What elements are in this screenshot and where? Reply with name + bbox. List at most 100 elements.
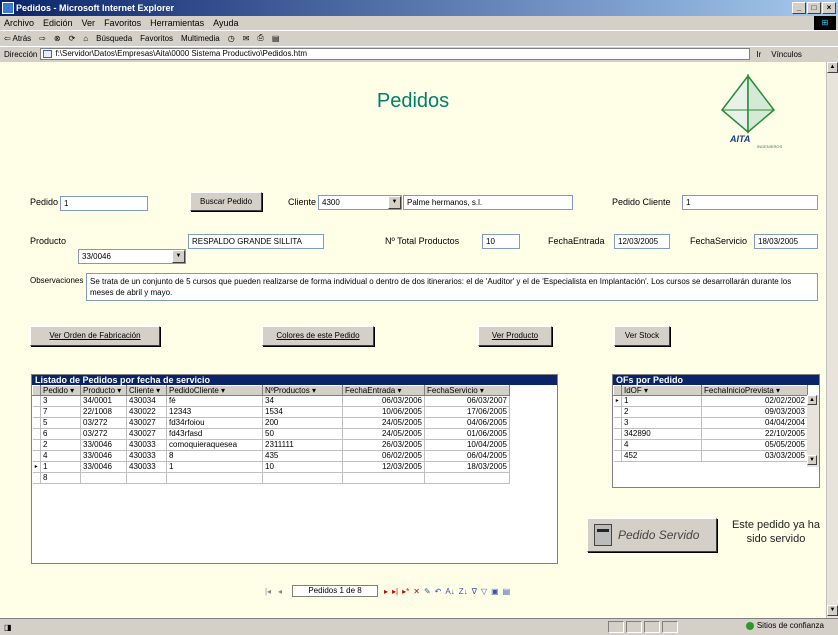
colores-pedido-button[interactable]: Colores de este Pedido: [262, 326, 374, 346]
multimedia-button[interactable]: Multimedia: [181, 34, 220, 43]
orders-cell[interactable]: 4: [40, 450, 81, 462]
orders-cell[interactable]: 1: [166, 461, 263, 473]
orders-cell[interactable]: [424, 472, 510, 484]
ofs-cell[interactable]: 452: [621, 450, 702, 462]
ofs-row[interactable]: 342890 22/10/2005: [613, 428, 808, 440]
orders-cell[interactable]: 435: [262, 450, 343, 462]
orders-cell[interactable]: 430027: [126, 428, 167, 440]
scroll-down-icon[interactable]: ▼: [827, 605, 838, 616]
orders-row[interactable]: 6 03/272 430027 fd43rfasd 50 24/05/2005 01/06/…: [32, 428, 510, 440]
ofs-row[interactable]: 4 05/05/2005: [613, 439, 808, 451]
orders-cell[interactable]: 04/06/2005: [424, 417, 510, 429]
orders-cell[interactable]: 7: [40, 406, 81, 418]
orders-cell[interactable]: 10/06/2005: [342, 406, 425, 418]
orders-cell[interactable]: 17/06/2005: [424, 406, 510, 418]
next-record-icon[interactable]: ▸: [384, 587, 388, 596]
ofs-cell[interactable]: 342890: [621, 428, 702, 440]
orders-column-header[interactable]: Cliente ▾: [126, 385, 167, 396]
last-record-icon[interactable]: ▸|: [392, 587, 398, 596]
orders-cell[interactable]: 8: [166, 450, 263, 462]
scroll-down-icon[interactable]: ▼: [807, 455, 817, 465]
menu-edicion[interactable]: Edición: [43, 18, 73, 28]
orders-cell[interactable]: 33/0046: [80, 439, 127, 451]
ofs-row[interactable]: 2 09/03/2003: [613, 406, 808, 418]
orders-cell[interactable]: 34/0001: [80, 395, 127, 407]
menu-archivo[interactable]: Archivo: [4, 18, 34, 28]
orders-cell[interactable]: 10/04/2005: [424, 439, 510, 451]
orders-cell[interactable]: 8: [40, 472, 81, 484]
orders-cell[interactable]: 24/05/2005: [342, 417, 425, 429]
record-selector[interactable]: ▸: [613, 395, 622, 407]
prev-record-icon[interactable]: ◂: [274, 587, 286, 596]
record-selector[interactable]: [613, 450, 622, 462]
orders-cell[interactable]: 01/06/2005: [424, 428, 510, 440]
ver-stock-button[interactable]: Ver Stock: [614, 326, 670, 346]
orders-cell[interactable]: [166, 472, 263, 484]
scroll-up-icon[interactable]: ▲: [807, 395, 817, 405]
orders-cell[interactable]: comoquieraquesea: [166, 439, 263, 451]
orders-cell[interactable]: 10: [262, 461, 343, 473]
orders-cell[interactable]: 03/272: [80, 417, 127, 429]
ofs-column-header[interactable]: IdOF ▾: [621, 385, 702, 396]
orders-row[interactable]: 7 22/1008 430022 12343 1534 10/06/2005 17/06/2…: [32, 406, 510, 418]
orders-cell[interactable]: 06/03/2006: [342, 395, 425, 407]
orders-cell[interactable]: 33/0046: [80, 450, 127, 462]
producto-name-field[interactable]: RESPALDO GRANDE SILLITA: [188, 234, 324, 249]
ofs-cell[interactable]: 3: [621, 417, 702, 429]
forward-button[interactable]: ⇨: [39, 34, 46, 43]
refresh-icon[interactable]: ⟳: [69, 34, 76, 43]
orders-cell[interactable]: 33/0046: [80, 461, 127, 473]
menu-ver[interactable]: Ver: [82, 18, 96, 28]
ofs-row[interactable]: 452 03/03/2005: [613, 450, 808, 462]
page-scrollbar[interactable]: ▲ ▼: [826, 62, 838, 618]
orders-cell[interactable]: 6: [40, 428, 81, 440]
favorites-button[interactable]: Favoritos: [140, 34, 173, 43]
menu-favoritos[interactable]: Favoritos: [104, 18, 141, 28]
menu-herramientas[interactable]: Herramientas: [150, 18, 204, 28]
orders-cell[interactable]: 2: [40, 439, 81, 451]
delete-record-icon[interactable]: ✕: [413, 587, 420, 596]
producto-combo[interactable]: 33/0046 ▼: [78, 249, 186, 264]
fecha-entrada-input[interactable]: 12/03/2005: [614, 234, 670, 249]
undo-icon[interactable]: ↶: [435, 587, 442, 596]
orders-cell[interactable]: 430033: [126, 439, 167, 451]
search-button[interactable]: Búsqueda: [96, 34, 132, 43]
record-selector[interactable]: [613, 406, 622, 418]
cliente-name-field[interactable]: Palme hermanos, s.l.: [403, 195, 573, 210]
record-selector[interactable]: [613, 428, 622, 440]
new-record-icon[interactable]: ▸*: [402, 587, 409, 596]
record-selector[interactable]: [613, 417, 622, 429]
remove-filter-icon[interactable]: ▽: [481, 587, 487, 596]
orders-cell[interactable]: 12/03/2005: [342, 461, 425, 473]
orders-cell[interactable]: 3: [40, 395, 81, 407]
orders-cell[interactable]: fé: [166, 395, 263, 407]
record-selector[interactable]: [32, 472, 41, 484]
ofs-cell[interactable]: 1: [621, 395, 702, 407]
ofs-cell[interactable]: 4: [621, 439, 702, 451]
history-icon[interactable]: ◷: [228, 34, 235, 43]
chevron-down-icon[interactable]: ▼: [388, 196, 401, 209]
orders-column-header[interactable]: NºProductos ▾: [262, 385, 343, 396]
ofs-row[interactable]: 3 04/04/2004: [613, 417, 808, 429]
record-selector[interactable]: ▸: [32, 461, 41, 473]
sort-descending-icon[interactable]: Z↓: [459, 587, 468, 596]
sort-ascending-icon[interactable]: A↓: [445, 587, 454, 596]
orders-cell[interactable]: 12343: [166, 406, 263, 418]
pedido-servido-button[interactable]: Pedido Servido: [587, 518, 717, 552]
orders-cell[interactable]: fd43rfasd: [166, 428, 263, 440]
pedido-input[interactable]: 1: [60, 196, 148, 211]
orders-row[interactable]: 3 34/0001 430034 fé 34 06/03/2006 06/03/2007: [32, 395, 510, 407]
ofs-cell[interactable]: 09/03/2003: [701, 406, 808, 418]
ofs-cell[interactable]: 02/02/2002: [701, 395, 808, 407]
address-input[interactable]: f:\Servidor\Datos\Empresas\Aita\0000 Sis…: [40, 48, 751, 60]
ofs-cell[interactable]: 04/04/2004: [701, 417, 808, 429]
orders-cell[interactable]: 22/1008: [80, 406, 127, 418]
filter-icon[interactable]: ∇: [472, 587, 477, 596]
edit-icon[interactable]: ▤: [272, 34, 280, 43]
mail-icon[interactable]: ✉: [243, 34, 250, 43]
minimize-button[interactable]: _: [792, 2, 806, 14]
orders-cell[interactable]: 1: [40, 461, 81, 473]
save-record-icon[interactable]: ✎: [424, 587, 431, 596]
record-selector[interactable]: [32, 395, 41, 407]
record-selector[interactable]: [32, 450, 41, 462]
